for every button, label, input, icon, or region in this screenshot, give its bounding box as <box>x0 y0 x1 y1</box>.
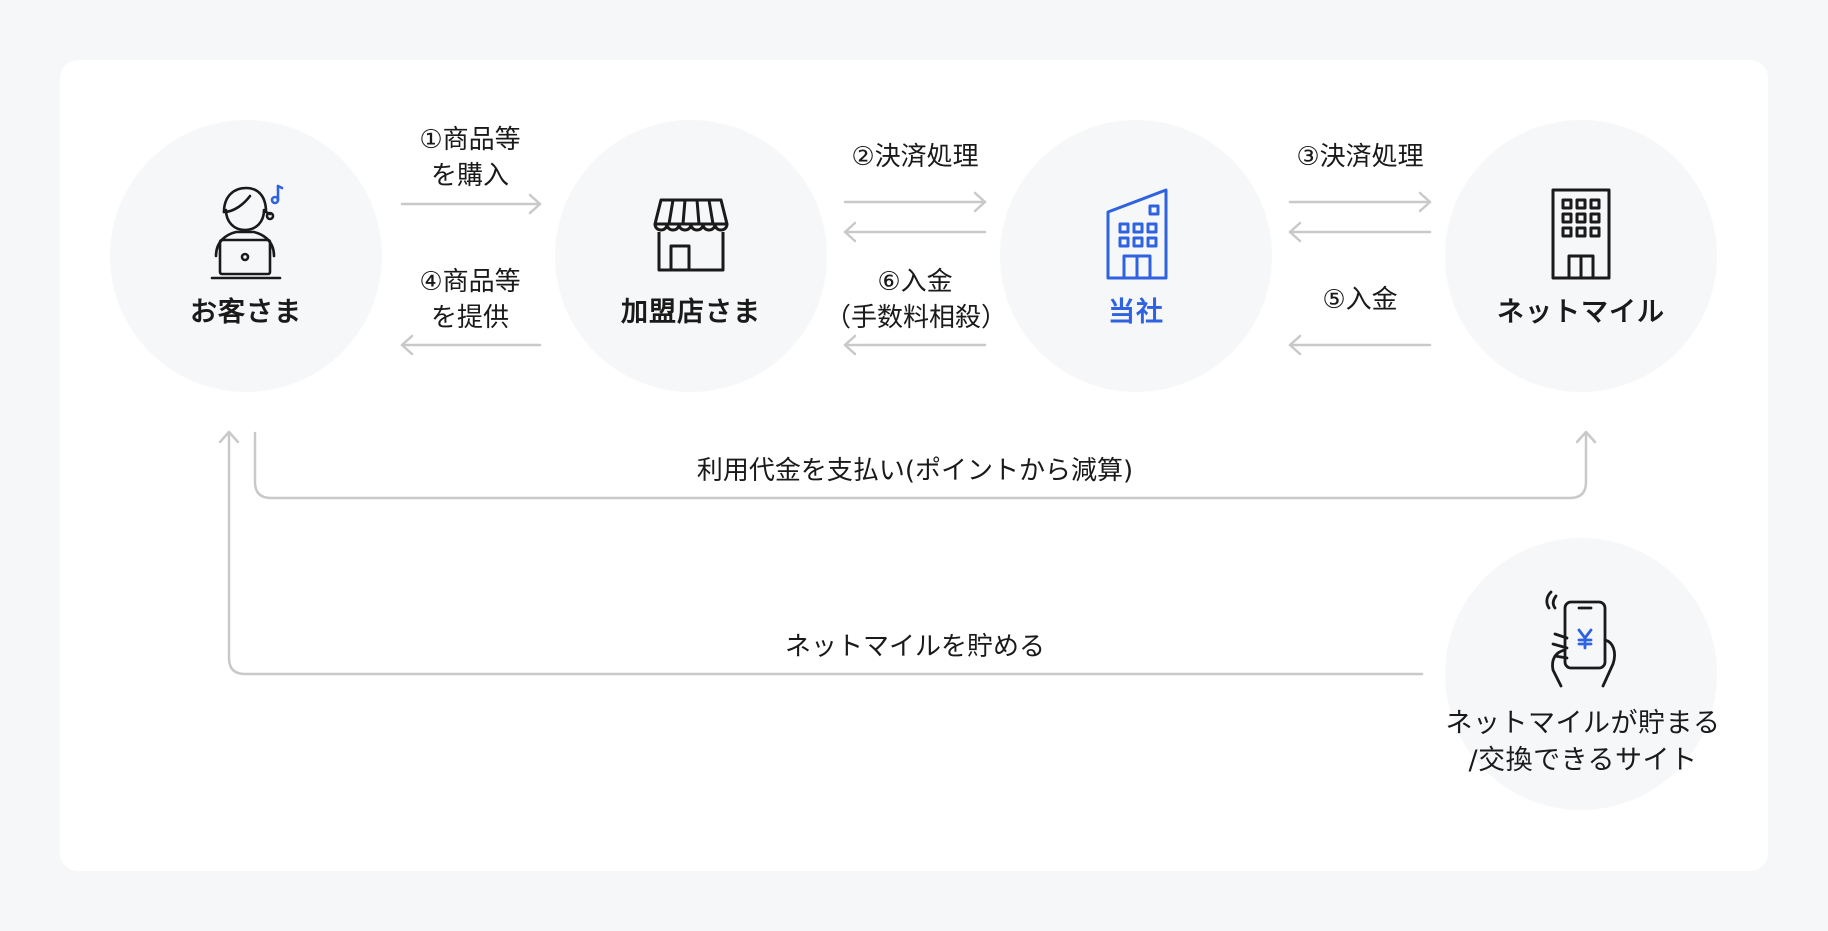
label-6-payment: ⑥入金 （手数料相殺） <box>825 264 1008 336</box>
label-pay-text: 利用代金を支払い(ポイントから減算) <box>696 456 1134 486</box>
label-3-settlement: ③決済処理 <box>1280 139 1440 175</box>
label-pay-usage: 利用代金を支払い(ポイントから減算) <box>600 453 1230 489</box>
label-3-text: ③決済処理 <box>1296 142 1424 172</box>
label-6-line2: （手数料相殺） <box>825 303 1008 333</box>
label-earn-text: ネットマイルを貯める <box>784 632 1045 662</box>
label-1-purchase: ①商品等 を購入 <box>400 122 540 194</box>
label-2-settlement: ②決済処理 <box>835 139 995 175</box>
arrow-6-payment <box>843 334 987 356</box>
label-1-line2: を購入 <box>430 161 509 191</box>
label-2-text: ②決済処理 <box>851 142 979 172</box>
arrow-5-payment <box>1288 334 1432 356</box>
arrow-1-purchase <box>400 193 542 215</box>
label-1-line1: ①商品等 <box>419 125 521 155</box>
label-6-line1: ⑥入金 <box>877 267 953 297</box>
label-4-provide: ④商品等 を提供 <box>400 264 540 336</box>
label-4-line2: を提供 <box>430 303 509 333</box>
label-earn-miles: ネットマイルを貯める <box>700 629 1130 665</box>
arrow-3-settlement <box>1288 191 1432 243</box>
label-4-line1: ④商品等 <box>419 267 521 297</box>
label-5-payment: ⑤入金 <box>1280 282 1440 318</box>
arrow-4-provide <box>400 334 542 356</box>
arrow-2-settlement <box>843 191 987 243</box>
label-5-text: ⑤入金 <box>1322 285 1398 315</box>
